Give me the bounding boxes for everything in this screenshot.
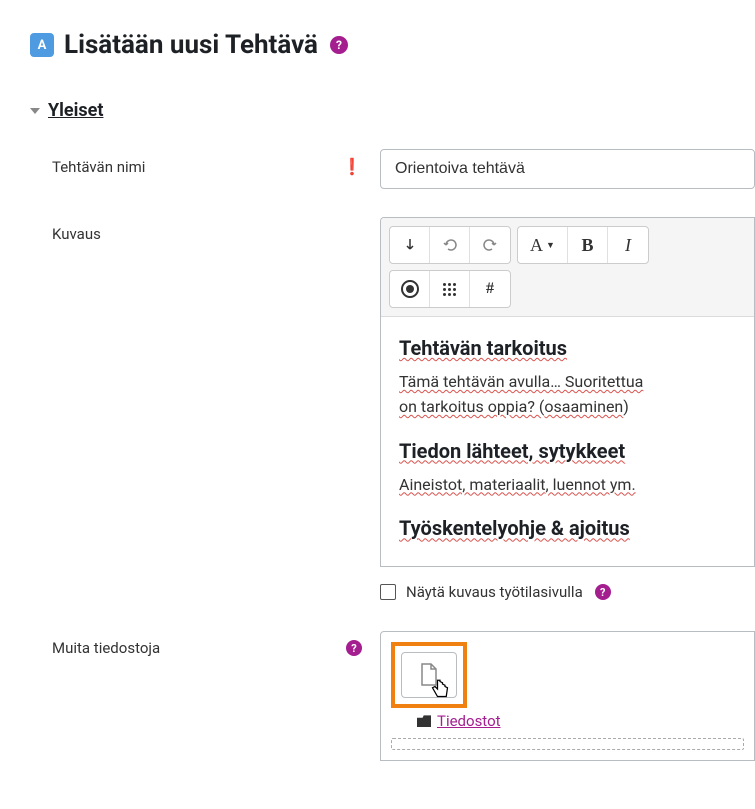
toolbar-redo-button[interactable] bbox=[470, 227, 510, 263]
section-general-toggle[interactable]: Yleiset bbox=[30, 100, 755, 121]
editor-toolbar: A ▼ B I # bbox=[381, 218, 754, 317]
expand-down-icon bbox=[402, 237, 418, 253]
chevron-down-icon bbox=[30, 108, 40, 114]
bold-label: B bbox=[581, 235, 593, 256]
name-label: Tehtävän nimi bbox=[52, 158, 145, 176]
toolbar-bold-button[interactable]: B bbox=[568, 227, 608, 263]
page-title: Lisätään uusi Tehtävä bbox=[64, 30, 318, 60]
toolbar-italic-button[interactable]: I bbox=[608, 227, 648, 263]
italic-label: I bbox=[625, 235, 631, 256]
rich-text-editor: A ▼ B I # bbox=[380, 217, 755, 567]
tutorial-highlight bbox=[391, 642, 467, 708]
field-row-files: Muita tiedostoja ? Tiedostot bbox=[30, 631, 755, 761]
files-tab-label: Tiedostot bbox=[437, 712, 501, 730]
editor-heading-1: Tehtävän tarkoitus bbox=[399, 336, 567, 360]
label-col: Kuvaus bbox=[30, 217, 380, 243]
editor-text: Tämä tehtävän avulla… Suoritettua bbox=[399, 372, 643, 391]
toolbar-grid-button[interactable] bbox=[430, 271, 470, 307]
editor-content-area[interactable]: Tehtävän tarkoitus Tämä tehtävän avulla…… bbox=[381, 317, 754, 566]
editor-heading-2: Tiedon lähteet, sytykkeet bbox=[399, 439, 625, 463]
grid-icon bbox=[443, 283, 456, 296]
toolbar-expand-button[interactable] bbox=[390, 227, 430, 263]
toolbar-paragraph-button[interactable]: A ▼ bbox=[518, 227, 568, 263]
add-file-button[interactable] bbox=[401, 652, 457, 698]
label-col: Muita tiedostoja ? bbox=[30, 631, 380, 657]
field-row-description: Kuvaus A ▼ bbox=[30, 217, 755, 601]
toolbar-hash-button[interactable]: # bbox=[470, 271, 510, 307]
show-description-label: Näytä kuvaus työtilasivulla bbox=[406, 583, 583, 601]
help-icon[interactable]: ? bbox=[346, 640, 362, 656]
field-row-name: Tehtävän nimi ❗ bbox=[30, 149, 755, 189]
assignment-icon: A bbox=[30, 33, 54, 57]
description-label: Kuvaus bbox=[52, 225, 101, 243]
hash-label: # bbox=[486, 280, 494, 298]
redo-icon bbox=[482, 237, 498, 253]
file-picker: Tiedostot bbox=[380, 631, 755, 761]
toolbar-undo-button[interactable] bbox=[430, 227, 470, 263]
undo-icon bbox=[442, 237, 458, 253]
page-header: A Lisätään uusi Tehtävä ? bbox=[30, 30, 755, 60]
file-drop-zone[interactable] bbox=[391, 738, 744, 750]
help-icon[interactable]: ? bbox=[595, 584, 611, 600]
toolbar-accessibility-button[interactable] bbox=[390, 271, 430, 307]
required-icon: ❗ bbox=[342, 157, 362, 176]
show-description-checkbox[interactable] bbox=[380, 584, 396, 600]
folder-icon bbox=[417, 715, 431, 727]
section-general-title: Yleiset bbox=[48, 100, 103, 121]
files-label: Muita tiedostoja bbox=[52, 639, 160, 657]
accessibility-icon bbox=[401, 280, 419, 298]
name-input[interactable] bbox=[380, 149, 755, 189]
editor-text: Aineistot, materiaalit, luennot ym. bbox=[399, 475, 636, 494]
editor-heading-3: Työskentelyohje & ajoitus bbox=[399, 516, 630, 540]
show-description-row: Näytä kuvaus työtilasivulla ? bbox=[380, 583, 755, 601]
editor-text: on tarkoitus oppia? (osaaminen) bbox=[399, 397, 629, 416]
font-a-label: A bbox=[530, 235, 543, 256]
help-icon[interactable]: ? bbox=[330, 36, 348, 54]
files-tab[interactable]: Tiedostot bbox=[417, 712, 744, 730]
label-col: Tehtävän nimi ❗ bbox=[30, 149, 380, 176]
cursor-hand-icon bbox=[430, 677, 450, 701]
